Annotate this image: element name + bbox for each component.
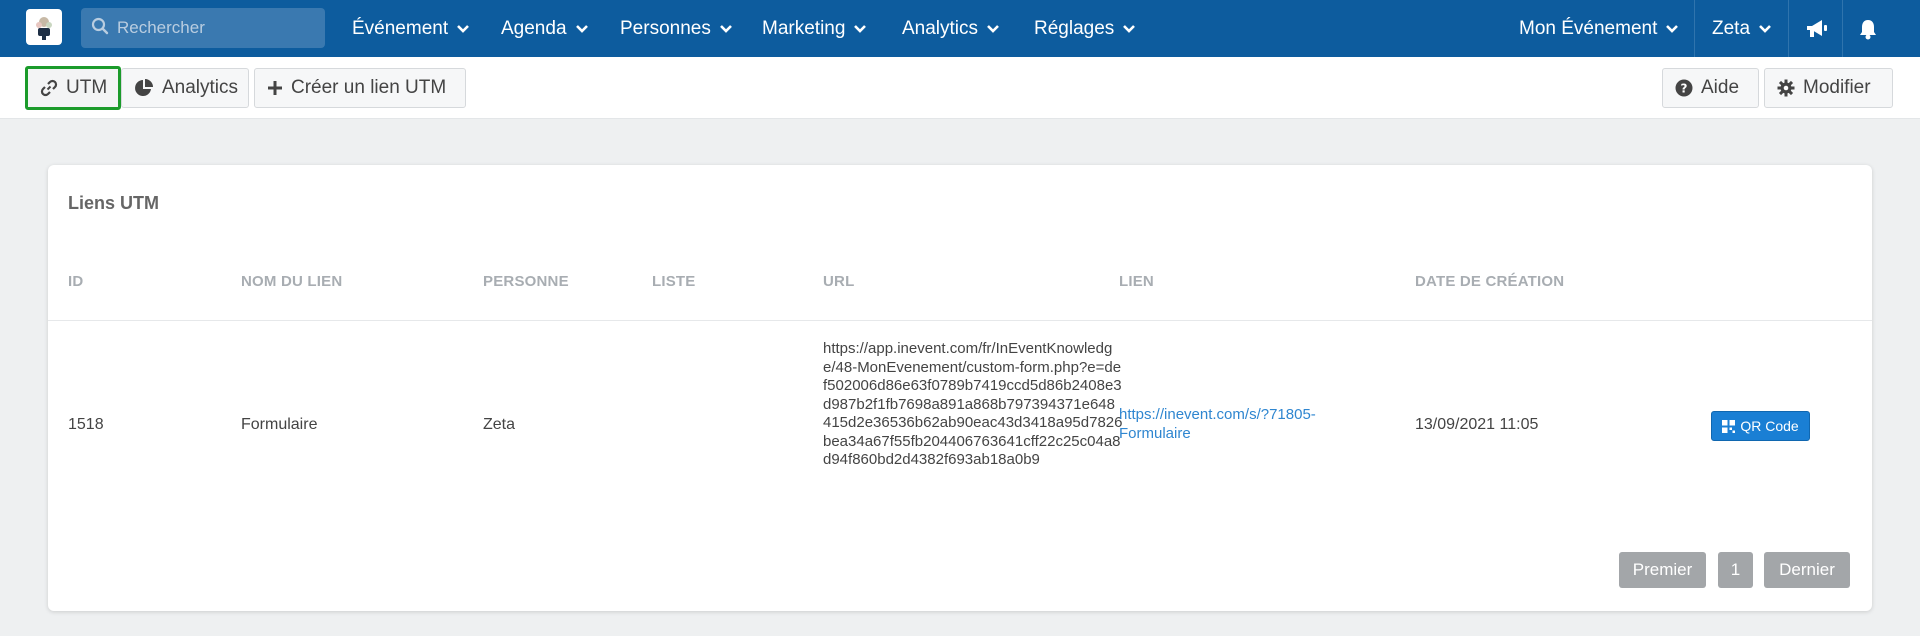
question-circle-icon: ? xyxy=(1675,79,1693,97)
nav-reglages[interactable]: Réglages xyxy=(1034,0,1136,57)
chevron-down-icon xyxy=(986,24,1000,34)
nav-personnes-label: Personnes xyxy=(620,17,711,39)
nav-agenda-label: Agenda xyxy=(501,17,567,39)
link-icon xyxy=(40,79,58,97)
user-menu[interactable]: Zeta xyxy=(1712,0,1772,57)
edit-button-label: Modifier xyxy=(1803,77,1871,98)
chevron-down-icon xyxy=(853,24,867,34)
event-selector-label: Mon Événement xyxy=(1519,17,1658,39)
help-button-label: Aide xyxy=(1701,77,1740,98)
create-utm-link-label: Créer un lien UTM xyxy=(291,77,447,98)
nav-marketing[interactable]: Marketing xyxy=(762,0,867,57)
bell-icon[interactable] xyxy=(1858,0,1878,57)
pie-chart-icon xyxy=(134,78,154,98)
column-header-id[interactable]: ID xyxy=(68,273,83,290)
chevron-down-icon xyxy=(1758,24,1772,34)
utm-links-card: Liens UTM ID NOM DU LIEN PERSONNE LISTE … xyxy=(48,165,1872,611)
cell-id: 1518 xyxy=(68,416,104,433)
cell-url: https://app.inevent.com/fr/InEventKnowle… xyxy=(823,340,1123,468)
megaphone-icon[interactable] xyxy=(1805,0,1829,57)
nav-divider xyxy=(1694,0,1695,57)
plus-icon xyxy=(267,80,283,96)
column-header-url[interactable]: URL xyxy=(823,273,854,290)
cell-name: Formulaire xyxy=(241,416,318,433)
qrcode-icon xyxy=(1722,419,1736,433)
search-icon xyxy=(91,17,109,40)
cell-person: Zeta xyxy=(483,416,516,433)
app-logo[interactable] xyxy=(26,9,62,45)
chevron-down-icon xyxy=(1665,24,1679,34)
column-header-link[interactable]: LIEN xyxy=(1119,273,1154,290)
create-utm-link-button[interactable]: Créer un lien UTM xyxy=(254,68,466,108)
pagination-last[interactable]: Dernier xyxy=(1764,552,1850,588)
chevron-down-icon xyxy=(575,24,589,34)
pagination-page-1[interactable]: 1 xyxy=(1718,552,1753,588)
analytics-button[interactable]: Analytics xyxy=(121,68,249,108)
column-header-created[interactable]: DATE DE CRÉATION xyxy=(1415,273,1564,290)
nav-divider xyxy=(1842,0,1843,57)
user-menu-label: Zeta xyxy=(1712,17,1751,39)
chevron-down-icon xyxy=(1122,24,1136,34)
cell-short-link[interactable]: https://inevent.com/s/?71805-Formulaire xyxy=(1119,406,1359,443)
nav-analytics-label: Analytics xyxy=(902,17,979,39)
search-input[interactable] xyxy=(117,18,317,38)
nav-evenement[interactable]: Événement xyxy=(352,0,470,57)
toolbar: UTM Analytics Créer un lien UTM ? Aide M… xyxy=(0,57,1920,119)
analytics-button-label: Analytics xyxy=(162,77,239,98)
qr-code-button-label: QR Code xyxy=(1740,418,1799,434)
edit-button[interactable]: Modifier xyxy=(1764,68,1893,108)
utm-button[interactable]: UTM xyxy=(25,66,121,110)
gear-icon xyxy=(1777,79,1795,97)
chevron-down-icon xyxy=(719,24,733,34)
column-header-name[interactable]: NOM DU LIEN xyxy=(241,273,342,290)
header-divider xyxy=(48,320,1872,321)
qr-code-button[interactable]: QR Code xyxy=(1711,411,1810,441)
nav-analytics[interactable]: Analytics xyxy=(902,0,1000,57)
utm-button-label: UTM xyxy=(66,77,108,98)
nav-agenda[interactable]: Agenda xyxy=(501,0,589,57)
event-selector[interactable]: Mon Événement xyxy=(1519,0,1679,57)
help-button[interactable]: ? Aide xyxy=(1662,68,1759,108)
card-title: Liens UTM xyxy=(68,193,160,213)
nav-marketing-label: Marketing xyxy=(762,17,846,39)
nav-personnes[interactable]: Personnes xyxy=(620,0,733,57)
chevron-down-icon xyxy=(456,24,470,34)
nav-reglages-label: Réglages xyxy=(1034,17,1115,39)
pagination-first[interactable]: Premier xyxy=(1619,552,1706,588)
cell-created: 13/09/2021 11:05 xyxy=(1415,416,1539,433)
nav-evenement-label: Événement xyxy=(352,17,449,39)
column-header-person[interactable]: PERSONNE xyxy=(483,273,569,290)
column-header-list[interactable]: LISTE xyxy=(652,273,696,290)
top-navbar: Événement Agenda Personnes Marketing Ana… xyxy=(0,0,1920,57)
search-box[interactable] xyxy=(81,8,325,48)
nav-divider xyxy=(1788,0,1789,57)
svg-text:?: ? xyxy=(1681,82,1688,96)
